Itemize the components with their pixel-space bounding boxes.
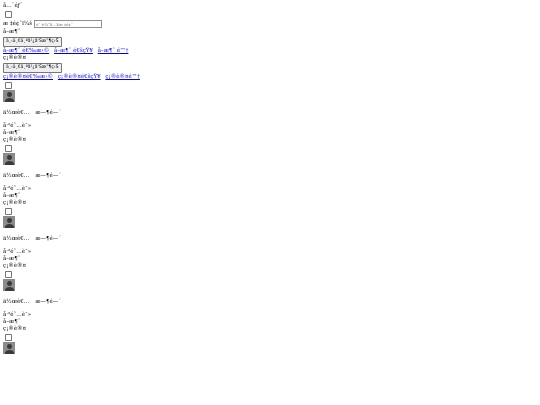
select-all-checkbox[interactable] [5,11,12,18]
section1-link-0[interactable]: å–æ¶ˆ é€‰æ‹© [3,48,49,54]
section2-link-2[interactable]: ç¡®è®¤é™† [105,74,140,80]
section2-link-1[interactable]: ç¡®è®¤é€šçŸ¥ [58,74,101,80]
section1-link-1[interactable]: å–æ¶ˆ é€šçŸ¥ [54,48,93,54]
page: å…¨éƒ¨ æ ‡é¢˜ï¼š å–æ¶ˆ ä¸‹ä¸€ä¸ªå¹¿å‘Šæ”… [0,0,533,354]
avatar[interactable] [3,153,15,165]
avatar[interactable] [3,279,15,291]
item-author: ä½œè€… [3,110,30,116]
item-date: æ—¶é—´ [35,173,61,179]
item-status: å·²é˜…è¯» [3,312,32,318]
section1-links: å–æ¶ˆ é€‰æ‹© å–æ¶ˆ é€šçŸ¥ å–æ¶ˆ é™† [3,48,533,55]
user-icon [6,218,12,223]
section2-label: ç¡®è®¤ [3,55,27,61]
section2-button[interactable]: ä¸‹ä¸€ä¸ªå¹¿å‘Šæ”¶ç›Š [3,63,62,73]
item-checkbox[interactable] [5,271,12,278]
list-item: ä½œè€… æ—¶é—´ å·²é˜…è¯» å–æ¶ˆ ç¡®è®¤ [3,82,533,144]
section1-link-2[interactable]: å–æ¶ˆ é™† [98,48,129,54]
item-author: ä½œè€… [3,236,30,242]
user-icon [6,92,12,97]
item-checkbox[interactable] [5,145,12,152]
item-checkbox[interactable] [5,82,12,89]
item-date: æ—¶é—´ [35,110,61,116]
section1-label: å–æ¶ˆ [3,29,21,35]
avatar[interactable] [3,216,15,228]
item-status: å·²é˜…è¯» [3,186,32,192]
item-meta: ä½œè€… æ—¶é—´ [3,236,533,243]
list-item: ä½œè€… æ—¶é—´ å·²é˜…è¯» å–æ¶ˆ ç¡®è®¤ [3,145,533,207]
section2-links: ç¡®è®¤é€‰æ‹© ç¡®è®¤é€šçŸ¥ ç¡®è®¤é™† [3,74,533,81]
item-meta: ä½œè€… æ—¶é—´ [3,173,533,180]
page-title: å…¨éƒ¨ [3,3,23,9]
item-author: ä½œè€… [3,299,30,305]
item-date: æ—¶é—´ [35,236,61,242]
item-cancel[interactable]: å–æ¶ˆ [3,256,533,263]
avatar[interactable] [3,90,15,102]
item-confirm[interactable]: ç¡®è®¤ [3,137,533,144]
item-checkbox[interactable] [5,208,12,215]
item-status: å·²é˜…è¯» [3,123,32,129]
list-item: ä½œè€… æ—¶é—´ å·²é˜…è¯» å–æ¶ˆ ç¡®è®¤ [3,271,533,333]
list-item: ä½œè€… æ—¶é—´ å·²é˜…è¯» å–æ¶ˆ ç¡®è®¤ [3,208,533,270]
item-author: ä½œè€… [3,173,30,179]
search-input[interactable] [34,20,103,28]
user-icon [6,155,12,160]
item-cancel[interactable]: å–æ¶ˆ [3,319,533,326]
list-item [3,334,533,354]
item-date: æ—¶é—´ [35,299,61,305]
search-label: æ ‡é¢˜ï¼š [3,20,33,27]
item-meta: ä½œè€… æ—¶é—´ [3,299,533,306]
avatar[interactable] [3,342,15,354]
search-row: æ ‡é¢˜ï¼š [3,19,533,29]
item-checkbox[interactable] [5,334,12,341]
item-confirm[interactable]: ç¡®è®¤ [3,326,533,333]
item-cancel[interactable]: å–æ¶ˆ [3,193,533,200]
item-confirm[interactable]: ç¡®è®¤ [3,263,533,270]
user-icon [6,344,12,349]
item-cancel[interactable]: å–æ¶ˆ [3,130,533,137]
section2-link-0[interactable]: ç¡®è®¤é€‰æ‹© [3,74,53,80]
user-icon [6,281,12,286]
item-confirm[interactable]: ç¡®è®¤ [3,200,533,207]
item-status: å·²é˜…è¯» [3,249,32,255]
item-meta: ä½œè€… æ—¶é—´ [3,110,533,117]
section1-button[interactable]: ä¸‹ä¸€ä¸ªå¹¿å‘Šæ”¶ç›Š [3,37,62,47]
